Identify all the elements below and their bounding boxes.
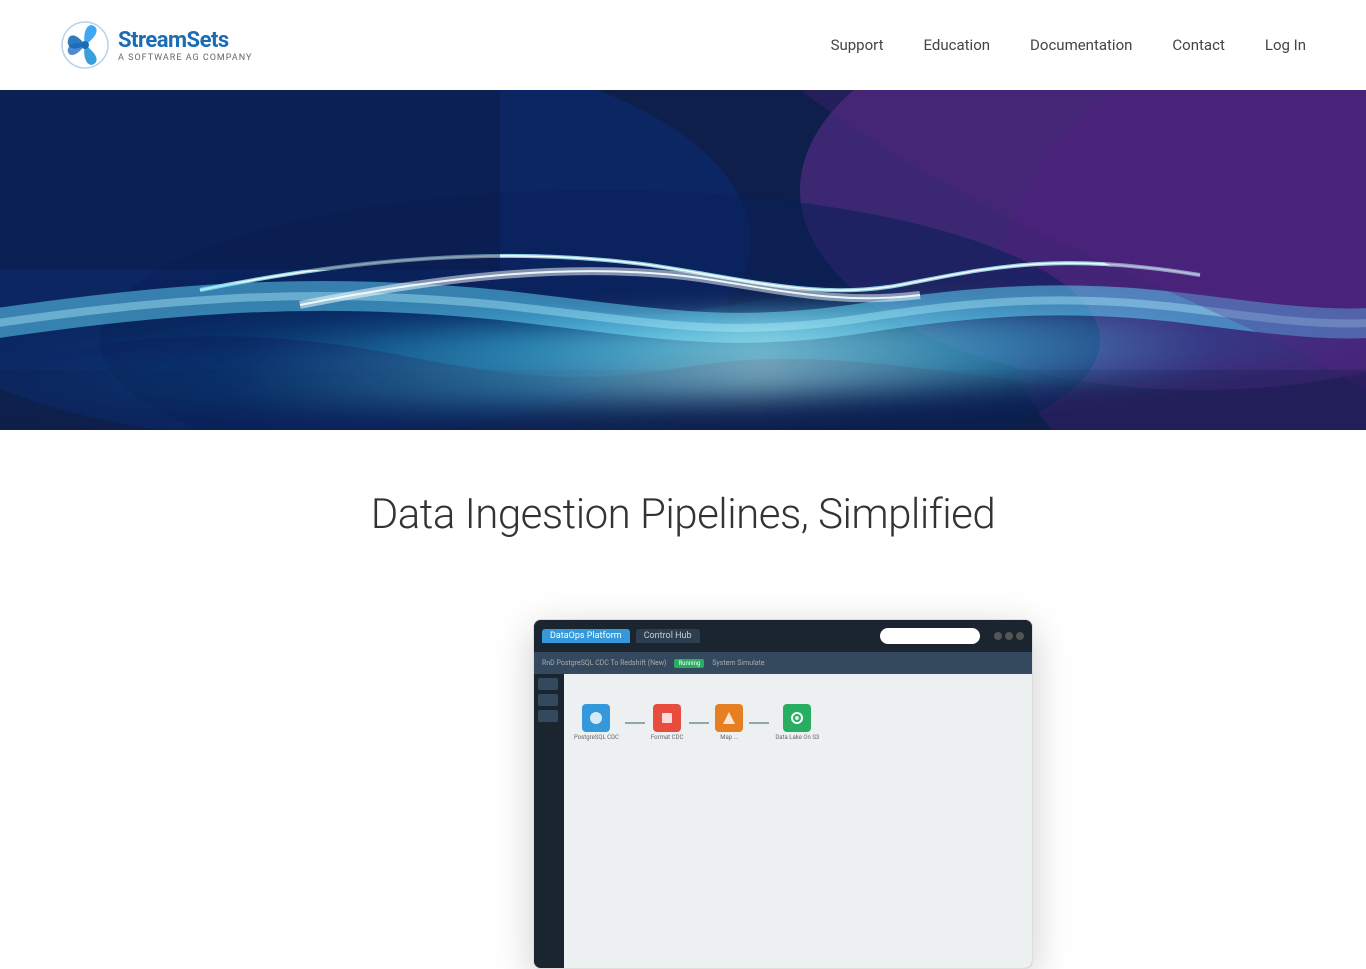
ui-arrow-2 (689, 722, 709, 724)
ui-status-badge: Running (674, 659, 704, 668)
ui-mockup: DataOps Platform Control Hub RnD Postgre… (534, 620, 1032, 968)
ui-pipeline-diagram: PostgreSQL CDC Format CDC (574, 704, 1022, 741)
hero-banner (0, 90, 1366, 430)
ui-pipeline-subtitle: System Simulate (712, 659, 764, 667)
ui-dot-2 (1005, 632, 1013, 640)
ui-node-dest-wrapper: Data Lake On S3 (775, 704, 819, 741)
ui-sub-toolbar: RnD PostgreSQL CDC To Redshift (New) Run… (534, 652, 1032, 674)
ui-search-bar (880, 628, 980, 644)
ui-node-source (582, 704, 610, 732)
site-header: StreamSets A SOFTWARE AG COMPANY Support… (0, 0, 1366, 90)
content-section: Data Ingestion Pipelines, Simplified (0, 430, 1366, 609)
ui-node-source-label: PostgreSQL CDC (574, 734, 619, 741)
ui-node-map-label: Map ... (720, 734, 738, 741)
ui-sidebar-item-1 (538, 678, 558, 690)
nav-support[interactable]: Support (831, 36, 884, 54)
nav-documentation[interactable]: Documentation (1030, 36, 1132, 54)
ui-node-transform-label: Format CDC (651, 734, 683, 741)
nav-login[interactable]: Log In (1265, 36, 1306, 54)
ui-node-transform-wrapper: Format CDC (651, 704, 683, 741)
ui-arrow-3 (749, 722, 769, 724)
nav-education[interactable]: Education (924, 36, 991, 54)
ui-pipeline-name: RnD PostgreSQL CDC To Redshift (New) (542, 659, 666, 667)
ui-node-source-wrapper: PostgreSQL CDC (574, 704, 619, 741)
ui-dot-3 (1016, 632, 1024, 640)
ui-node-map-wrapper: Map ... (715, 704, 743, 741)
logo-icon (60, 20, 110, 70)
ui-tab-control-hub: Control Hub (636, 629, 700, 643)
screenshot-container: DataOps Platform Control Hub RnD Postgre… (533, 619, 1033, 739)
screenshot-area: DataOps Platform Control Hub RnD Postgre… (0, 609, 1366, 739)
ui-node-dest (783, 704, 811, 732)
ui-dot-1 (994, 632, 1002, 640)
logo[interactable]: StreamSets A SOFTWARE AG COMPANY (60, 20, 252, 70)
nav-contact[interactable]: Contact (1172, 36, 1224, 54)
ui-tab-dataops: DataOps Platform (542, 629, 630, 643)
ui-canvas: PostgreSQL CDC Format CDC (564, 674, 1032, 968)
main-nav: Support Education Documentation Contact … (831, 36, 1306, 54)
brand-tagline: A SOFTWARE AG COMPANY (118, 53, 252, 63)
ui-toolbar: DataOps Platform Control Hub (534, 620, 1032, 652)
screenshot-frame: DataOps Platform Control Hub RnD Postgre… (533, 619, 1033, 969)
ui-main-area: PostgreSQL CDC Format CDC (534, 674, 1032, 968)
ui-node-dest-label: Data Lake On S3 (775, 734, 819, 741)
brand-name: StreamSets (118, 28, 252, 53)
ui-sidebar-item-2 (538, 694, 558, 706)
hero-background (0, 90, 1366, 430)
ui-node-map (715, 704, 743, 732)
ui-sidebar (534, 674, 564, 968)
ui-arrow-1 (625, 722, 645, 724)
ui-node-transform (653, 704, 681, 732)
wave-layer (0, 90, 1366, 430)
ui-sidebar-item-3 (538, 710, 558, 722)
main-headline: Data Ingestion Pipelines, Simplified (20, 490, 1346, 539)
logo-text: StreamSets A SOFTWARE AG COMPANY (118, 28, 252, 63)
